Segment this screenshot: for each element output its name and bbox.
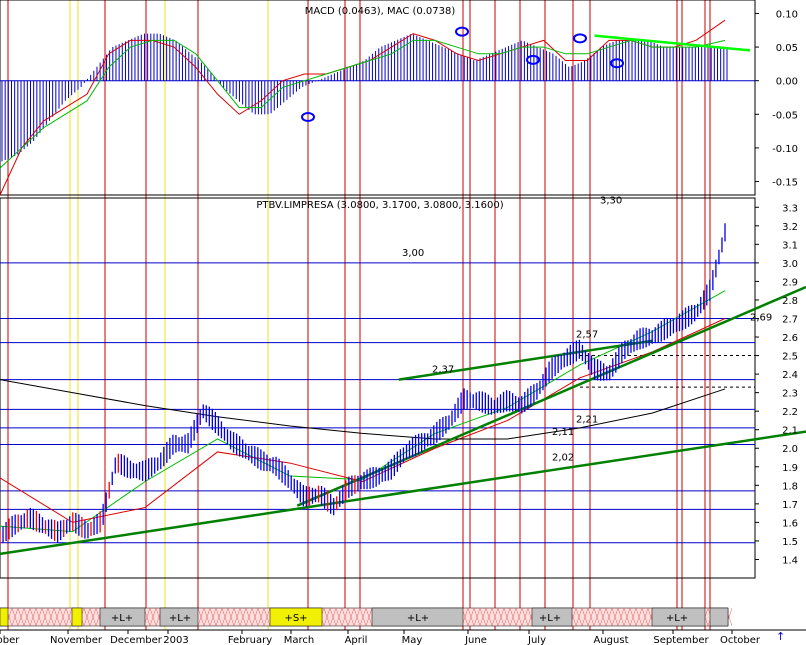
price-tick-label: 2.5 (782, 352, 798, 363)
level-annotation: 3,30 (600, 195, 622, 206)
price-tick-label: 1.7 (782, 500, 798, 511)
strip-label: +S+ (284, 613, 307, 624)
price-title: PTBV.LIMPRESA (3.0800, 3.1700, 3.0800, 3… (256, 200, 503, 211)
level-annotation: 2,69 (750, 312, 772, 323)
price-tick-label: 2.0 (782, 444, 798, 455)
level-annotation: 2,02 (552, 453, 574, 464)
macd-title: MACD (0.0463), MAC (0.0738) (305, 6, 456, 17)
price-tick-label: 2.2 (782, 407, 798, 418)
price-tick-label: 3.1 (782, 240, 798, 251)
x-axis-label: June (464, 635, 487, 645)
strip-label: +L+ (111, 613, 133, 624)
strip-label: +L+ (407, 613, 429, 624)
x-axis-label: August (594, 635, 629, 645)
scroll-up-icon[interactable]: ↑ (776, 630, 785, 643)
x-axis-label: February (228, 635, 272, 645)
price-tick-label: 2.3 (782, 389, 798, 400)
price-tick-label: 2.7 (782, 314, 798, 325)
strip-signal-block (71, 607, 83, 627)
x-axis-label: December (110, 635, 163, 645)
x-axis-label: November (50, 635, 103, 645)
strip-signal-block (709, 607, 729, 627)
price-tick-label: 3.0 (782, 259, 798, 270)
price-tick-label: 1.4 (782, 555, 798, 566)
macd-tick-label: -0.05 (772, 110, 798, 121)
price-tick-label: 1.5 (782, 537, 798, 548)
macd-tick-label: 0.10 (776, 9, 798, 20)
x-axis-label: July (527, 635, 546, 645)
strip-signal-block (0, 607, 9, 627)
level-annotation: 2,11 (552, 427, 574, 438)
x-axis-label: May (402, 635, 423, 645)
price-tick-label: 1.9 (782, 463, 798, 474)
strip-label: +L+ (539, 613, 561, 624)
stock-chart: 3,30 3,00 2,69 2,57 2,37 2,212,11 2,02 0.10 0.0… (0, 0, 806, 645)
price-tick-label: 2.1 (782, 426, 798, 437)
price-tick-label: 3.3 (782, 203, 798, 214)
price-tick-label: 2.6 (782, 333, 798, 344)
price-tick-label: 3.2 (782, 222, 798, 233)
price-tick-label: 1.8 (782, 481, 798, 492)
price-tick-label: 2.9 (782, 277, 798, 288)
x-axis-label: March (284, 635, 314, 645)
level-annotation: 2,37 (432, 365, 454, 376)
price-tick-label: 2.4 (782, 370, 798, 381)
macd-tick-label: 0.05 (776, 43, 798, 54)
macd-tick-label: -0.15 (772, 178, 798, 189)
level-annotation: 2,57 (576, 330, 598, 341)
x-axis-label: October (720, 635, 761, 645)
x-axis-label: ober (0, 635, 20, 645)
price-tick-label: 2.8 (782, 296, 798, 307)
strip-label: +L+ (666, 613, 688, 624)
x-axis-label: September (653, 635, 709, 645)
level-annotation: 3,00 (402, 248, 424, 259)
x-axis-label: 2003 (163, 635, 188, 645)
x-axis-label: April (345, 635, 368, 645)
macd-tick-label: 0.00 (776, 77, 798, 88)
macd-tick-label: -0.10 (772, 144, 798, 155)
price-tick-label: 1.6 (782, 518, 798, 529)
level-annotation: 2,21 (576, 414, 598, 425)
strip-label: +L+ (169, 613, 191, 624)
